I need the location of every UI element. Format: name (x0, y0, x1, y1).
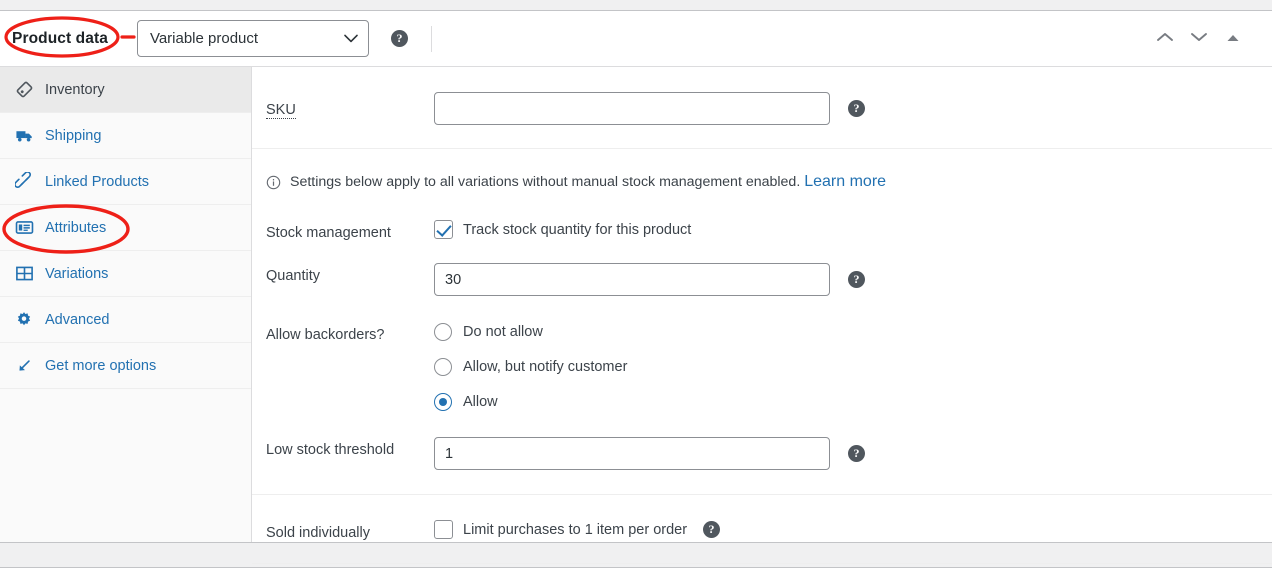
quantity-label: Quantity (266, 263, 434, 284)
help-circle-icon[interactable]: ? (703, 521, 720, 538)
product-data-body: Inventory Shipping (0, 67, 1272, 542)
tag-icon (14, 80, 34, 100)
help-circle-icon[interactable]: ? (391, 30, 408, 47)
backorders-option-do-not-allow[interactable]: Do not allow (434, 323, 627, 341)
sidebar-item-linked-products[interactable]: Linked Products (0, 159, 251, 205)
sidebar-item-label: Get more options (45, 358, 156, 374)
move-down-button[interactable] (1188, 28, 1210, 50)
sold-individually-checkbox-line[interactable]: Limit purchases to 1 item per order ? (434, 520, 720, 539)
stock-management-checkbox-line[interactable]: Track stock quantity for this product (434, 220, 691, 239)
product-data-panel: Product data Variable product ? (0, 10, 1272, 543)
product-data-tabs: Inventory Shipping (0, 67, 252, 542)
sidebar-item-variations[interactable]: Variations (0, 251, 251, 297)
sku-row: SKU ? (252, 67, 1272, 149)
stock-management-label: Stock management (266, 220, 434, 241)
variations-stock-notice: Settings below apply to all variations w… (252, 149, 1272, 193)
sold-individually-row: Sold individually Limit purchases to 1 i… (252, 495, 1272, 564)
quantity-input[interactable] (434, 263, 830, 296)
low-stock-threshold-row: Low stock threshold ? (252, 411, 1272, 495)
sidebar-item-label: Advanced (45, 312, 110, 328)
page-title: Product data (12, 30, 108, 48)
radio-label: Allow, but notify customer (463, 359, 627, 375)
panel-order-actions (1154, 28, 1244, 50)
grid-icon (14, 264, 34, 284)
product-type-select[interactable]: Variable product (137, 20, 369, 57)
info-circle-icon (266, 175, 281, 190)
sku-label-wrap: SKU (266, 92, 434, 119)
stock-management-row: Stock management Track stock quantity fo… (252, 193, 1272, 241)
header-divider (431, 26, 432, 52)
product-type-value: Variable product (150, 30, 344, 47)
low-stock-threshold-input[interactable] (434, 437, 830, 470)
screen: Product data Variable product ? (0, 0, 1272, 576)
backorders-option-allow-notify[interactable]: Allow, but notify customer (434, 358, 627, 376)
sidebar-item-inventory[interactable]: Inventory (0, 67, 251, 113)
chevron-up-icon (1156, 31, 1174, 46)
sold-individually-checkbox-label: Limit purchases to 1 item per order (463, 522, 687, 538)
quantity-row: Quantity ? (252, 241, 1272, 296)
low-stock-threshold-label: Low stock threshold (266, 437, 434, 458)
product-data-header: Product data Variable product ? (0, 11, 1272, 67)
notice-text: Settings below apply to all variations w… (290, 174, 800, 190)
truck-icon (14, 126, 34, 146)
help-circle-icon[interactable]: ? (848, 445, 865, 462)
radio-label: Do not allow (463, 324, 543, 340)
backorders-radio-group: Do not allow Allow, but notify customer … (434, 322, 627, 411)
move-up-button[interactable] (1154, 28, 1176, 50)
sidebar-item-attributes[interactable]: Attributes (0, 205, 251, 251)
chevron-down-icon (344, 34, 358, 43)
stock-management-checkbox[interactable] (434, 220, 453, 239)
sku-label: SKU (266, 97, 296, 119)
sidebar-item-label: Inventory (45, 82, 105, 98)
radio-label: Allow (463, 394, 498, 410)
chevron-down-icon (1190, 31, 1208, 46)
list-icon (14, 218, 34, 238)
arrow-icon (14, 356, 34, 376)
stock-management-checkbox-label: Track stock quantity for this product (463, 222, 691, 238)
sidebar-item-advanced[interactable]: Advanced (0, 297, 251, 343)
radio-button[interactable] (434, 323, 452, 341)
radio-button[interactable] (434, 393, 452, 411)
inventory-panel: SKU ? Set (252, 67, 1272, 542)
next-panel (0, 567, 1272, 576)
sidebar-item-label: Shipping (45, 128, 101, 144)
help-circle-icon[interactable]: ? (848, 100, 865, 117)
gear-icon (14, 310, 34, 330)
triangle-up-icon (1226, 31, 1240, 46)
learn-more-link[interactable]: Learn more (804, 173, 886, 191)
sidebar-item-get-more-options[interactable]: Get more options (0, 343, 251, 389)
radio-button[interactable] (434, 358, 452, 376)
sidebar-item-label: Variations (45, 266, 108, 282)
toggle-panel-button[interactable] (1222, 28, 1244, 50)
sold-individually-label: Sold individually (266, 520, 434, 541)
backorders-option-allow[interactable]: Allow (434, 393, 627, 411)
sold-individually-checkbox[interactable] (434, 520, 453, 539)
sidebar-item-shipping[interactable]: Shipping (0, 113, 251, 159)
backorders-row: Allow backorders? Do not allow Allow, bu… (252, 296, 1272, 411)
help-circle-icon[interactable]: ? (848, 271, 865, 288)
sidebar-item-label: Attributes (45, 220, 106, 236)
sidebar-item-label: Linked Products (45, 174, 149, 190)
sku-input[interactable] (434, 92, 830, 125)
link-icon (14, 172, 34, 192)
backorders-label: Allow backorders? (266, 322, 434, 343)
